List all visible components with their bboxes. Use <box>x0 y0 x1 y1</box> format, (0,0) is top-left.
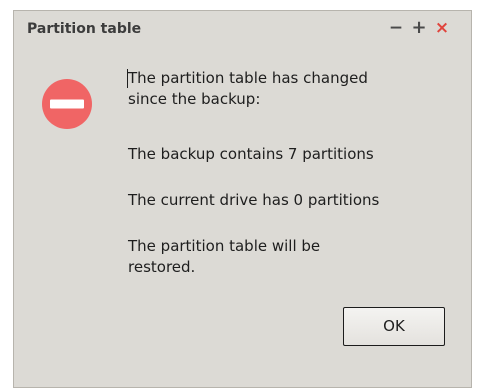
message-current-count: The current drive has 0 partitions <box>128 191 380 209</box>
message-line: The partition table will be <box>128 237 321 255</box>
error-stop-icon <box>42 79 92 129</box>
message-restore: The partition table will be restored. <box>128 236 320 278</box>
minimize-button[interactable]: − <box>387 19 405 37</box>
window-title: Partition table <box>27 21 142 37</box>
title-bar[interactable]: Partition table − + × <box>14 11 471 47</box>
close-button[interactable]: × <box>433 19 451 37</box>
ok-button[interactable]: OK <box>343 307 445 346</box>
message-line: The partition table has changed <box>128 69 368 87</box>
message-backup-count: The backup contains 7 partitions <box>128 145 374 163</box>
message-line: restored. <box>128 258 196 276</box>
maximize-button[interactable]: + <box>410 19 428 37</box>
message-changed: The partition table has changed since th… <box>128 68 368 110</box>
dialog-window: Partition table − + × The partition tabl… <box>13 10 472 388</box>
message-line: since the backup: <box>128 90 261 108</box>
